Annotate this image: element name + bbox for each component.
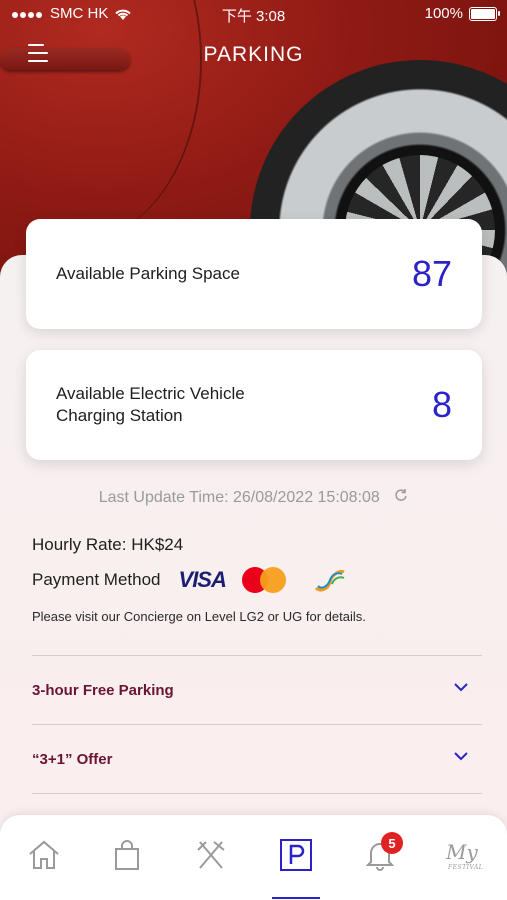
dining-icon[interactable] — [191, 835, 231, 875]
festival-logo-text: My — [446, 840, 478, 864]
notification-badge: 5 — [381, 832, 403, 854]
ev-label: Available Electric Vehicle Charging Stat… — [56, 384, 245, 425]
offer-title: 3-hour Free Parking — [32, 681, 174, 699]
bottom-tab-bar — [0, 815, 507, 900]
visa-logo: VISA — [178, 567, 227, 592]
parking-label: Available Parking Space — [56, 264, 240, 283]
offer-title: “3+1” Offer — [32, 750, 113, 768]
car-door-curve — [0, 0, 202, 240]
octopus-logo — [314, 570, 345, 592]
chevron-down-icon[interactable] — [454, 680, 468, 694]
ev-count: 8 — [431, 384, 452, 425]
status-bar: SMC HK 下午 3:08 100% — [0, 0, 507, 28]
battery-status: 100% — [424, 5, 500, 22]
payment-methods: Payment Method VISA — [32, 567, 350, 593]
page-title: PARKING — [203, 43, 304, 66]
shopping-bag-icon[interactable] — [107, 835, 147, 875]
parking-screen: SMC HK 下午 3:08 100% PARKING Available Pa… — [0, 0, 507, 900]
payment-method-label: Payment Method — [32, 570, 161, 589]
offer-accordion-free-parking[interactable]: 3-hour Free Parking — [32, 655, 482, 724]
parking-icon[interactable] — [272, 835, 320, 899]
battery-icon — [469, 6, 500, 21]
chevron-down-icon[interactable] — [454, 749, 468, 763]
mastercard-logo — [241, 567, 288, 593]
hourly-rate: Hourly Rate: HK$24 — [32, 535, 184, 554]
ev-availability-card: Available Electric Vehicle Charging Stat… — [26, 350, 482, 460]
refresh-icon[interactable] — [394, 488, 408, 507]
last-update-text: Last Update Time: 26/08/2022 15:08:08 — [98, 489, 380, 506]
battery-percent: 100% — [424, 5, 463, 22]
festival-logo-sub: FESTIVAL — [448, 864, 484, 871]
divider — [32, 793, 482, 794]
parking-count: 87 — [411, 253, 452, 294]
concierge-note: Please visit our Concierge on Level LG2 … — [32, 609, 366, 624]
parking-availability-card: Available Parking Space 87 — [26, 219, 482, 329]
offer-accordion-3plus1[interactable]: “3+1” Offer — [32, 724, 482, 793]
home-icon[interactable] — [24, 835, 64, 875]
last-update: Last Update Time: 26/08/2022 15:08:08 — [0, 488, 507, 507]
my-festival-logo[interactable]: My FESTIVAL — [442, 840, 492, 874]
